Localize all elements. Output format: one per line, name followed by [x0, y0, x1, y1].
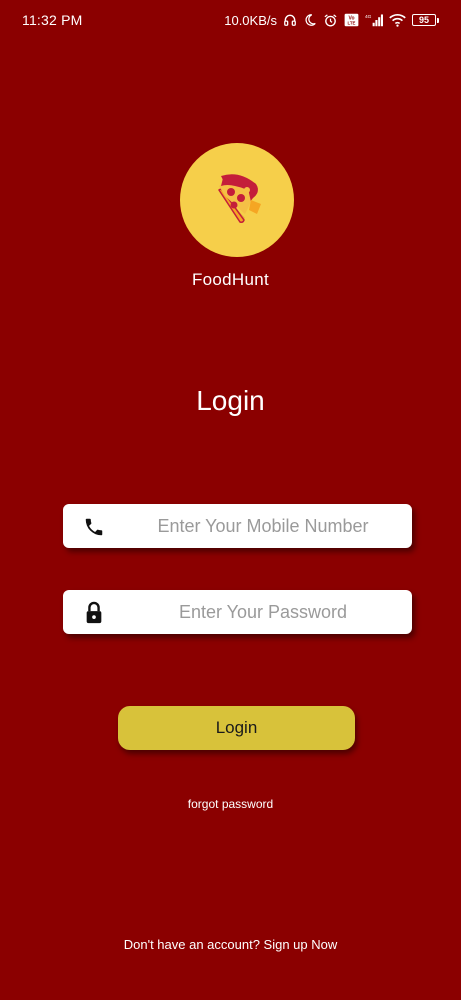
lock-icon: [81, 600, 107, 626]
svg-text:LTE: LTE: [348, 20, 356, 25]
status-bar: 11:32 PM 10.0KB/s Vo LTE 4G 95: [0, 0, 461, 40]
app-name: FoodHunt: [191, 270, 270, 289]
4g-signal-icon: 4G: [365, 13, 383, 27]
login-button[interactable]: Login: [118, 706, 355, 750]
pizza-icon: [201, 162, 273, 238]
status-time: 11:32 PM: [22, 12, 83, 28]
wifi-icon: [389, 13, 406, 27]
svg-text:4G: 4G: [365, 14, 372, 20]
network-speed: 10.0KB/s: [224, 12, 277, 28]
forgot-password-link[interactable]: forgot password: [0, 797, 461, 811]
phone-icon: [81, 514, 107, 540]
app-logo: [180, 143, 294, 257]
page-title: Login: [196, 385, 265, 416]
battery-level: 95: [412, 14, 436, 26]
battery-icon: 95: [412, 14, 439, 26]
password-field[interactable]: [63, 590, 412, 634]
volte-icon: Vo LTE: [344, 13, 359, 27]
alarm-icon: [323, 13, 338, 28]
login-screen: 11:32 PM 10.0KB/s Vo LTE 4G 95 FoodHunt …: [0, 0, 461, 1000]
mobile-field[interactable]: [63, 504, 412, 548]
moon-icon: [303, 13, 317, 27]
password-input[interactable]: [123, 590, 403, 634]
status-icons: 10.0KB/s Vo LTE 4G 95: [224, 13, 439, 28]
headphones-icon: [283, 13, 297, 27]
mobile-input[interactable]: [123, 504, 403, 548]
signup-link[interactable]: Don't have an account? Sign up Now: [0, 937, 461, 952]
